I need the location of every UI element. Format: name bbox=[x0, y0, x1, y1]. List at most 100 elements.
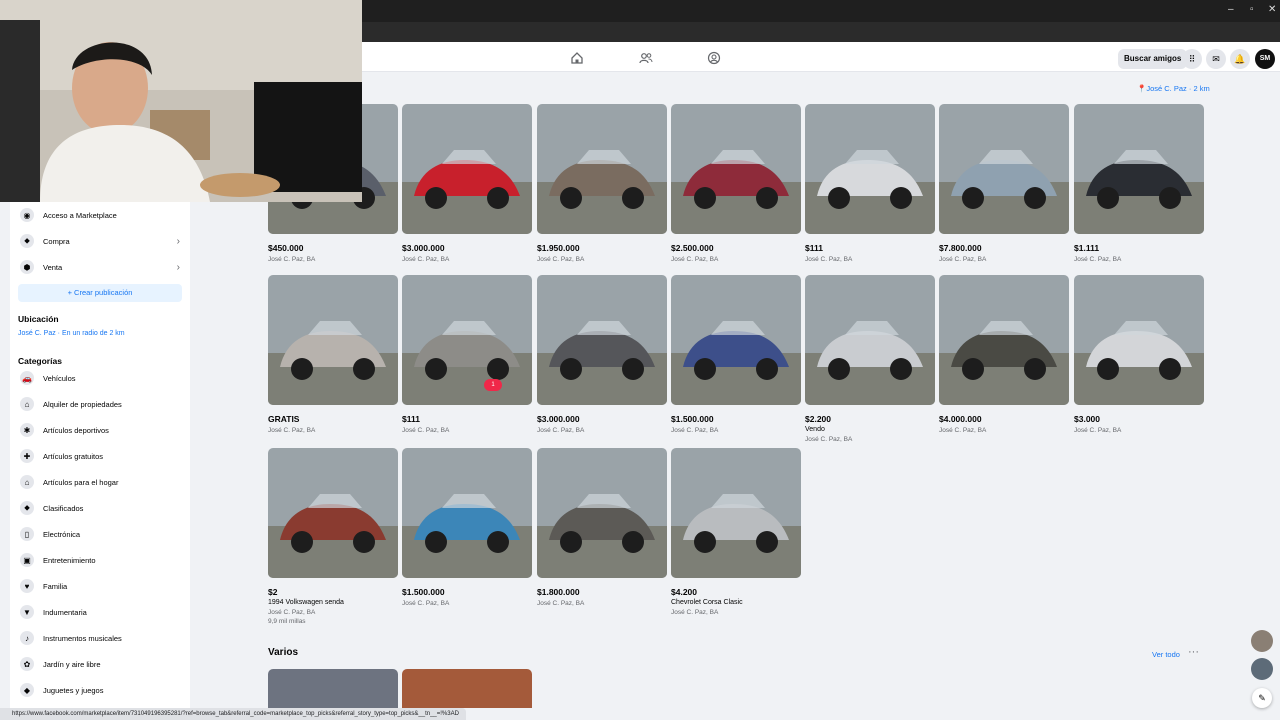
sidebar-category-item[interactable]: ▣ Entretenimiento bbox=[10, 548, 190, 572]
listing-card[interactable]: $1.500.000 José C. Paz, BA bbox=[402, 448, 532, 607]
listing-photo[interactable] bbox=[805, 275, 935, 405]
listing-photo[interactable] bbox=[268, 669, 398, 708]
listing-card[interactable]: $1.800.000 José C. Paz, BA bbox=[537, 448, 667, 607]
section-listing-card[interactable] bbox=[402, 669, 532, 708]
categories-heading: Categorías bbox=[18, 356, 62, 366]
sidebar-category-item[interactable]: ◆ Juguetes y juegos bbox=[10, 678, 190, 702]
see-all-link[interactable]: Ver todo bbox=[1152, 650, 1180, 659]
sidebar-category-item[interactable]: ⬥ Clasificados bbox=[10, 496, 190, 520]
listing-location: José C. Paz, BA bbox=[805, 256, 853, 263]
sidebar-item[interactable]: ⬥ Compra › bbox=[10, 229, 190, 253]
sidebar-category-item[interactable]: 🚗 Vehículos bbox=[10, 366, 190, 390]
listing-price: $1.500.000 bbox=[402, 587, 445, 597]
sidebar-category-item[interactable]: ✚ Artículos gratuitos bbox=[10, 444, 190, 468]
listing-card[interactable]: GRATIS José C. Paz, BA bbox=[268, 275, 398, 434]
sidebar-category-label: Electrónica bbox=[43, 529, 81, 539]
listing-photo[interactable] bbox=[939, 104, 1069, 234]
listing-price: $111 bbox=[402, 414, 420, 424]
friends-nav-icon[interactable] bbox=[639, 51, 653, 65]
listing-photo[interactable] bbox=[671, 104, 801, 234]
menu-grid-icon[interactable]: ⠿ bbox=[1182, 49, 1202, 69]
listing-price: $7.800.000 bbox=[939, 243, 982, 253]
location-pin-icon: 📍 bbox=[1137, 84, 1147, 93]
listing-card[interactable]: $1.950.000 José C. Paz, BA bbox=[537, 104, 667, 263]
listing-photo[interactable] bbox=[402, 669, 532, 708]
listing-location: José C. Paz, BA bbox=[671, 609, 719, 616]
listing-photo[interactable] bbox=[939, 275, 1069, 405]
listing-location: José C. Paz, BA bbox=[537, 427, 585, 434]
listing-photo[interactable] bbox=[671, 448, 801, 578]
listing-card[interactable]: $111 José C. Paz, BA bbox=[805, 104, 935, 263]
sidebar-category-item[interactable]: ✱ Artículos deportivos bbox=[10, 418, 190, 442]
listing-card[interactable]: 1 $111 José C. Paz, BA bbox=[402, 275, 532, 434]
listing-card[interactable]: $4.200 Chevrolet Corsa Clasic José C. Paz,… bbox=[671, 448, 801, 616]
new-message-icon[interactable]: ✎ bbox=[1252, 688, 1272, 708]
listing-card[interactable]: $3.000.000 José C. Paz, BA bbox=[537, 275, 667, 434]
car-icon: 🚗 bbox=[20, 371, 34, 385]
listing-location: José C. Paz, BA bbox=[671, 256, 719, 263]
minimize-icon[interactable]: – bbox=[1228, 4, 1234, 15]
close-window-icon[interactable]: ✕ bbox=[1268, 4, 1276, 15]
avatar[interactable]: SM bbox=[1255, 49, 1275, 69]
shirt-icon: ▼ bbox=[20, 605, 34, 619]
listing-price: $1.800.000 bbox=[537, 587, 580, 597]
listing-location: José C. Paz, BA bbox=[268, 256, 316, 263]
location-filter-link[interactable]: José C. Paz · En un radio de 2 km bbox=[18, 330, 125, 337]
section-listing-card[interactable] bbox=[268, 669, 398, 708]
create-listing-button[interactable]: + Crear publicación bbox=[18, 284, 182, 302]
listing-location: José C. Paz, BA bbox=[939, 256, 987, 263]
home-nav-icon[interactable] bbox=[570, 51, 584, 65]
groups-nav-icon[interactable] bbox=[707, 51, 721, 65]
sidebar-category-item[interactable]: ⌂ Alquiler de propiedades bbox=[10, 392, 190, 416]
location-link-label: José C. Paz · 2 km bbox=[1146, 84, 1210, 93]
sidebar-category-item[interactable]: ✿ Jardín y aire libre bbox=[10, 652, 190, 676]
sidebar-category-item[interactable]: ▼ Indumentaria bbox=[10, 600, 190, 624]
location-link[interactable]: 📍José C. Paz · 2 km bbox=[1137, 84, 1210, 93]
more-options-icon[interactable]: ··· bbox=[1188, 646, 1199, 658]
messenger-icon[interactable]: ✉ bbox=[1206, 49, 1226, 69]
listing-photo[interactable] bbox=[805, 104, 935, 234]
listing-photo[interactable] bbox=[537, 104, 667, 234]
listing-price: $2.500.000 bbox=[671, 243, 714, 253]
sell-icon: ⬢ bbox=[20, 260, 34, 274]
listing-price: GRATIS bbox=[268, 414, 300, 424]
runner-icon: ✱ bbox=[20, 423, 34, 437]
sidebar-item[interactable]: ⬢ Venta › bbox=[10, 255, 190, 279]
listing-card[interactable]: $3.000.000 José C. Paz, BA bbox=[402, 104, 532, 263]
sidebar-category-label: Artículos gratuitos bbox=[43, 451, 104, 461]
listing-photo[interactable] bbox=[402, 104, 532, 234]
sidebar-item[interactable]: ◉ Acceso a Marketplace bbox=[10, 203, 190, 227]
listing-photo[interactable] bbox=[671, 275, 801, 405]
sidebar-category-label: Artículos para el hogar bbox=[43, 477, 119, 487]
listing-photo[interactable] bbox=[402, 448, 532, 578]
listing-photo[interactable] bbox=[537, 275, 667, 405]
listing-card[interactable]: $3.000 José C. Paz, BA bbox=[1074, 275, 1204, 434]
listing-card[interactable]: $7.800.000 José C. Paz, BA bbox=[939, 104, 1069, 263]
listing-photo[interactable]: 1 bbox=[402, 275, 532, 405]
listing-photo[interactable] bbox=[537, 448, 667, 578]
listing-card[interactable]: $1.500.000 José C. Paz, BA bbox=[671, 275, 801, 434]
listing-card[interactable]: $4.000.000 José C. Paz, BA bbox=[939, 275, 1069, 434]
sidebar-category-item[interactable]: ♥ Familia bbox=[10, 574, 190, 598]
screen: – ▫ ✕ ⧉ ☆ ● ✦ ▤ ● ⋮ Buscar amigos ⠿ ✉ bbox=[0, 0, 1280, 720]
listing-location: José C. Paz, BA bbox=[1074, 256, 1122, 263]
listing-location: José C. Paz, BA bbox=[268, 427, 316, 434]
listing-photo[interactable] bbox=[1074, 275, 1204, 405]
listing-photo[interactable] bbox=[268, 448, 398, 578]
sidebar-category-item[interactable]: ♪ Instrumentos musicales bbox=[10, 626, 190, 650]
chat-head-avatar[interactable] bbox=[1251, 630, 1273, 652]
listing-card[interactable]: $2 1994 Volkswagen senda José C. Paz, BA 9,… bbox=[268, 448, 398, 625]
listing-photo[interactable] bbox=[268, 275, 398, 405]
chat-head-avatar[interactable] bbox=[1251, 658, 1273, 680]
maximize-icon[interactable]: ▫ bbox=[1250, 4, 1254, 15]
sidebar-category-item[interactable]: ▯ Electrónica bbox=[10, 522, 190, 546]
sidebar-category-label: Alquiler de propiedades bbox=[43, 399, 122, 409]
notifications-bell-icon[interactable]: 🔔 bbox=[1230, 49, 1250, 69]
find-friends-button[interactable]: Buscar amigos bbox=[1118, 49, 1188, 69]
sidebar-category-item[interactable]: ⌂ Artículos para el hogar bbox=[10, 470, 190, 494]
listing-card[interactable]: $2.500.000 José C. Paz, BA bbox=[671, 104, 801, 263]
listing-photo[interactable] bbox=[1074, 104, 1204, 234]
listing-card[interactable]: $2.200 Vendo José C. Paz, BA bbox=[805, 275, 935, 443]
listing-card[interactable]: $1.111 José C. Paz, BA bbox=[1074, 104, 1204, 263]
listing-price: $450.000 bbox=[268, 243, 304, 253]
